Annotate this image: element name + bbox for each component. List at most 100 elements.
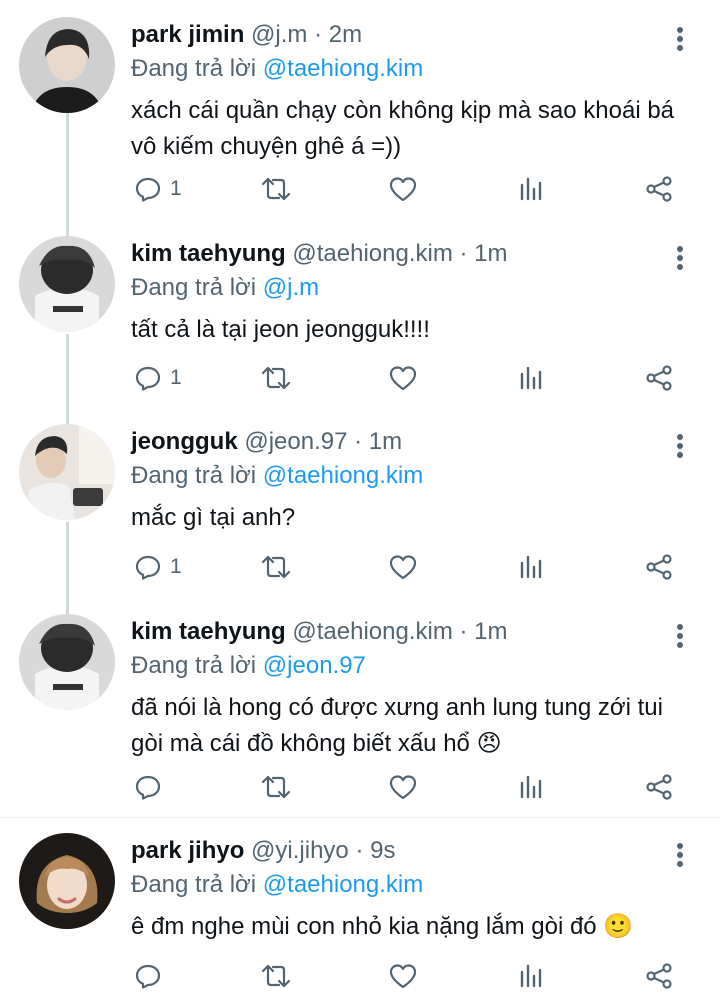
reply-icon: [135, 177, 161, 202]
more-vertical-icon: [677, 434, 683, 458]
tweet-text: đã nói là hong có được xưng anh lung tun…: [131, 694, 663, 757]
mention-link[interactable]: @taehiong.kim: [263, 462, 423, 489]
retweet-button[interactable]: [260, 549, 292, 585]
timestamp[interactable]: 9s: [370, 837, 395, 864]
more-vertical-icon: [677, 624, 683, 648]
display-name[interactable]: park jihyo: [131, 837, 244, 864]
retweet-button[interactable]: [260, 769, 292, 805]
like-button[interactable]: [388, 958, 418, 994]
divider: [0, 817, 720, 818]
user-handle[interactable]: @jeon.97: [244, 428, 347, 455]
more-options-button[interactable]: [672, 25, 688, 53]
views-button[interactable]: [518, 769, 544, 805]
tweet-header: park jimin @j.m · 2m: [131, 17, 362, 53]
avatar[interactable]: [19, 614, 115, 710]
like-button[interactable]: [388, 171, 418, 207]
user-handle[interactable]: @taehiong.kim: [292, 618, 452, 645]
views-button[interactable]: [518, 171, 544, 207]
replying-to: Đang trả lời @jeon.97: [131, 648, 366, 684]
timestamp[interactable]: 1m: [474, 618, 507, 645]
reply-icon: [135, 555, 161, 580]
reply-button[interactable]: 1: [134, 360, 182, 396]
display-name[interactable]: park jimin: [131, 21, 244, 48]
like-button[interactable]: [388, 769, 418, 805]
views-button[interactable]: [518, 958, 544, 994]
user-handle[interactable]: @j.m: [251, 21, 307, 48]
like-button[interactable]: [388, 360, 418, 396]
timestamp[interactable]: 2m: [329, 21, 362, 48]
share-button[interactable]: [644, 360, 674, 396]
more-options-button[interactable]: [672, 841, 688, 869]
more-vertical-icon: [677, 246, 683, 270]
tweet-actions: 1: [0, 360, 720, 396]
tweet[interactable]: jeongguk @jeon.97 · 1m Đang trả lời @tae…: [0, 424, 720, 614]
tweet[interactable]: kim taehyung @taehiong.kim · 1m Đang trả…: [0, 236, 720, 426]
tweet-header: jeongguk @jeon.97 · 1m: [131, 424, 402, 460]
more-options-button[interactable]: [672, 432, 688, 460]
retweet-icon: [261, 366, 291, 390]
heart-icon: [389, 775, 417, 800]
tweet-text: ê đm nghe mùi con nhỏ kia nặng lắm gòi đ…: [131, 913, 634, 940]
views-button[interactable]: [518, 549, 544, 585]
tweet-actions: [0, 958, 720, 994]
retweet-button[interactable]: [260, 171, 292, 207]
more-vertical-icon: [677, 843, 683, 867]
reply-button[interactable]: [134, 769, 170, 805]
retweet-icon: [261, 775, 291, 799]
share-button[interactable]: [644, 769, 674, 805]
tweet-header: park jihyo @yi.jihyo · 9s: [131, 833, 395, 869]
share-button[interactable]: [644, 171, 674, 207]
tweet-text: mắc gì tại anh?: [131, 504, 296, 531]
reply-button[interactable]: [134, 958, 170, 994]
views-chart-icon: [520, 775, 542, 799]
tweet-actions: [0, 769, 720, 805]
views-chart-icon: [520, 555, 542, 579]
more-options-button[interactable]: [672, 622, 688, 650]
views-chart-icon: [520, 964, 542, 988]
replying-to-label: Đang trả lời: [131, 274, 257, 301]
user-handle[interactable]: @taehiong.kim: [292, 240, 452, 267]
share-icon: [646, 774, 672, 800]
tweet-header: kim taehyung @taehiong.kim · 1m: [131, 236, 508, 272]
avatar[interactable]: [19, 833, 115, 929]
reply-count: 1: [170, 366, 182, 389]
retweet-icon: [261, 964, 291, 988]
mention-link[interactable]: @taehiong.kim: [263, 871, 423, 898]
share-icon: [646, 365, 672, 391]
tweet-text: tất cả là tại jeon jeongguk!!!!: [131, 316, 430, 343]
avatar[interactable]: [19, 236, 115, 332]
tweet-header: kim taehyung @taehiong.kim · 1m: [131, 614, 508, 650]
mention-link[interactable]: @taehiong.kim: [263, 55, 423, 82]
mention-link[interactable]: @j.m: [263, 274, 319, 301]
user-handle[interactable]: @yi.jihyo: [251, 837, 349, 864]
more-options-button[interactable]: [672, 244, 688, 272]
reply-icon: [135, 366, 161, 391]
mention-link[interactable]: @jeon.97: [263, 652, 366, 679]
retweet-icon: [261, 555, 291, 579]
timestamp[interactable]: 1m: [474, 240, 507, 267]
reply-count: 1: [170, 555, 182, 578]
views-chart-icon: [520, 177, 542, 201]
separator: ·: [459, 618, 468, 645]
avatar[interactable]: [19, 424, 115, 520]
like-button[interactable]: [388, 549, 418, 585]
replying-to-label: Đang trả lời: [131, 462, 257, 489]
retweet-button[interactable]: [260, 360, 292, 396]
share-button[interactable]: [644, 958, 674, 994]
separator: ·: [459, 240, 468, 267]
reply-button[interactable]: 1: [134, 171, 182, 207]
replying-to: Đang trả lời @taehiong.kim: [131, 51, 423, 87]
display-name[interactable]: jeongguk: [131, 428, 238, 455]
display-name[interactable]: kim taehyung: [131, 240, 286, 267]
replying-to-label: Đang trả lời: [131, 871, 257, 898]
views-button[interactable]: [518, 360, 544, 396]
timestamp[interactable]: 1m: [369, 428, 402, 455]
heart-icon: [389, 366, 417, 391]
replying-to-label: Đang trả lời: [131, 652, 257, 679]
retweet-button[interactable]: [260, 958, 292, 994]
reply-button[interactable]: 1: [134, 549, 182, 585]
avatar[interactable]: [19, 17, 115, 113]
separator: ·: [314, 21, 323, 48]
display-name[interactable]: kim taehyung: [131, 618, 286, 645]
share-button[interactable]: [644, 549, 674, 585]
